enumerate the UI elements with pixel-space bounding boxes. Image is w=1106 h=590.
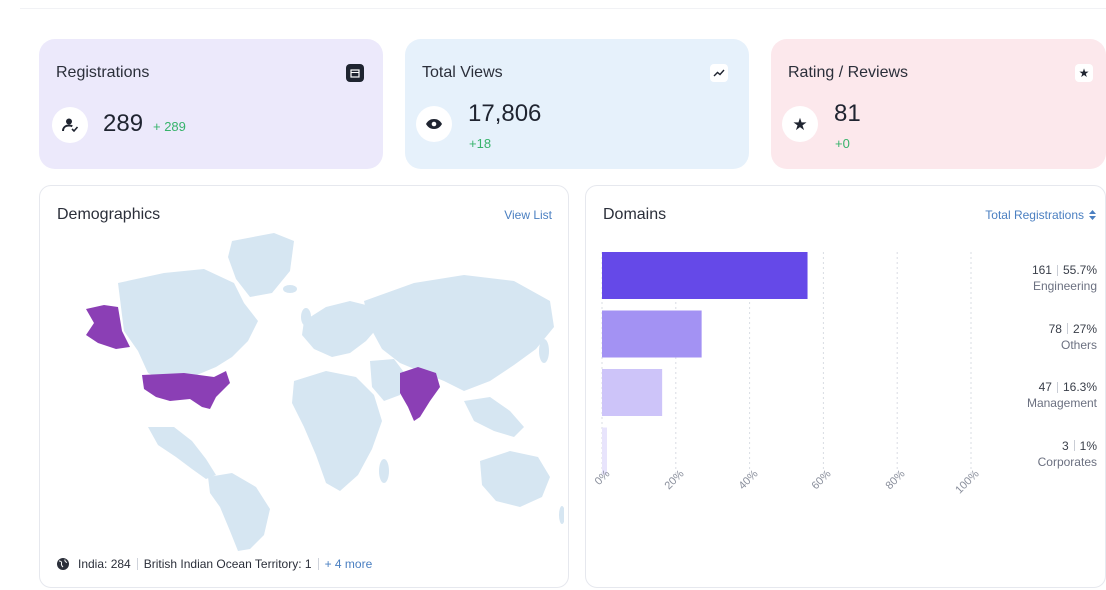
sort-by-label: Total Registrations (985, 208, 1084, 222)
bar-percent: 55.7% (1062, 263, 1097, 277)
sort-updown-icon (1089, 210, 1096, 220)
rating-reviews-value: 81 (834, 100, 861, 127)
map-region-india-highlighted (400, 367, 440, 421)
bar-percent: 16.3% (1062, 380, 1097, 394)
map-region-iceland (283, 285, 297, 293)
rating-reviews-delta: +0 (835, 136, 850, 151)
legend-separator (136, 558, 138, 570)
map-region-southeast-asia (464, 397, 524, 437)
map-region-uk (301, 308, 311, 326)
total-views-title: Total Views (422, 64, 503, 81)
demographics-title: Demographics (57, 206, 161, 223)
calendar-icon[interactable] (346, 64, 364, 82)
bar-engineering[interactable] (602, 252, 808, 299)
map-region-canada (118, 269, 258, 381)
bar-count: 161 (1031, 263, 1052, 277)
bar-label-separator (1056, 381, 1058, 393)
map-region-australia (480, 451, 550, 507)
eye-icon (416, 106, 452, 142)
bar-management[interactable] (602, 369, 663, 416)
bar-label-others: 78 27% Others (1049, 321, 1097, 353)
legend-more-link[interactable]: + 4 more (325, 557, 373, 571)
legend-separator (317, 558, 319, 570)
trend-up-icon[interactable] (710, 64, 728, 82)
domains-title: Domains (603, 206, 667, 223)
map-region-south-america (208, 473, 270, 551)
map-region-madagascar (379, 459, 389, 483)
demographics-panel: Demographics View List India: 284 Britis… (39, 185, 569, 588)
bar-category: Corporates (1037, 454, 1097, 469)
total-views-value: 17,806 (468, 100, 542, 127)
map-region-africa (292, 371, 382, 491)
legend-item-biot: British Indian Ocean Territory: 1 (143, 557, 312, 571)
registrations-delta: + 289 (153, 119, 186, 134)
bar-count: 47 (1038, 380, 1052, 394)
bar-category: Engineering (1032, 279, 1097, 293)
sort-by-dropdown[interactable]: Total Registrations (985, 208, 1097, 222)
registrations-title: Registrations (56, 64, 150, 81)
bar-category: Others (1060, 337, 1097, 352)
bar-label-separator (1066, 323, 1068, 334)
total-views-card: Total Views 17,806 +18 (405, 39, 749, 169)
rating-reviews-card: Rating / Reviews ★ ★ 81 +0 (771, 39, 1106, 169)
map-region-usa-highlighted (142, 371, 230, 409)
total-views-delta: +18 (469, 136, 492, 151)
rating-reviews-title: Rating / Reviews (788, 64, 909, 81)
star-outline-icon[interactable]: ★ (1075, 64, 1093, 82)
bar-label-management: 47 16.3% Management (1027, 379, 1097, 411)
registrations-card: Registrations 289 + 289 (39, 39, 383, 169)
bar-percent: 27% (1072, 321, 1097, 336)
demographics-legend: India: 284 British Indian Ocean Territor… (56, 557, 372, 571)
bar-label-corporates: 3 1% Corporates (1038, 438, 1097, 470)
star-icon: ★ (782, 106, 818, 142)
bar-label-separator (1073, 440, 1075, 451)
user-check-icon (52, 107, 88, 143)
map-region-japan (539, 339, 549, 363)
map-region-new-zealand (559, 506, 564, 524)
bar-label-engineering: 161 55.7% Engineering (1032, 262, 1097, 294)
bar-count: 78 (1048, 321, 1062, 336)
domains-panel: Domains Total Registrations 161 55.7% Engi… (585, 185, 1106, 588)
bar-category: Management (1026, 396, 1097, 410)
bar-count: 3 (1061, 438, 1069, 453)
bar-percent: 1% (1079, 438, 1097, 453)
map-region-mexico-central-america (148, 427, 216, 479)
world-map (86, 233, 564, 551)
view-list-link[interactable]: View List (504, 208, 552, 222)
registrations-value: 289 (103, 110, 144, 137)
bar-others[interactable] (602, 310, 702, 358)
bar-label-separator (1056, 264, 1058, 276)
globe-icon (57, 558, 69, 570)
legend-item-india: India: 284 (78, 557, 131, 571)
